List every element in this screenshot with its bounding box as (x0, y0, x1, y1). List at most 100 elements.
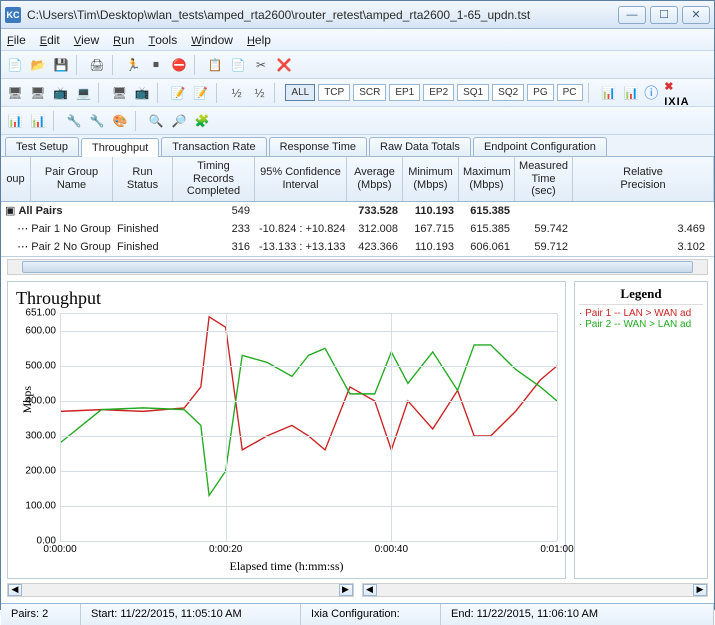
chart-title: Throughput (16, 288, 557, 309)
filter-ep1[interactable]: EP1 (389, 84, 420, 101)
cell-min: 167.715 (403, 222, 459, 236)
tb2-icon[interactable]: 📊 (598, 83, 618, 103)
tb3-icon[interactable]: 📊 (5, 111, 25, 131)
menu-file[interactable]: File (7, 33, 26, 47)
tabs: Test Setup Throughput Transaction Rate R… (1, 135, 714, 157)
scroll-left-icon[interactable]: ◀ (363, 584, 377, 596)
menu-view[interactable]: View (74, 33, 99, 47)
filter-sq2[interactable]: SQ2 (492, 84, 524, 101)
tb2-icon[interactable]: ½ (227, 83, 247, 103)
col-precision[interactable]: RelativePrecision (573, 157, 714, 201)
col-avg[interactable]: Average(Mbps) (347, 157, 403, 201)
cell-min: 110.193 (403, 204, 459, 218)
col-timing-records[interactable]: Timing RecordsCompleted (173, 157, 255, 201)
filter-scr[interactable]: SCR (353, 84, 386, 101)
tab-endpoint-config[interactable]: Endpoint Configuration (473, 137, 607, 156)
close-button[interactable]: ✕ (682, 6, 710, 24)
new-icon[interactable]: 📄 (5, 55, 25, 75)
ytick: 100.00 (18, 500, 56, 511)
tb2-icon[interactable]: 🖥 (28, 83, 48, 103)
scroll-right-icon[interactable]: ▶ (339, 584, 353, 596)
filter-pc[interactable]: PC (557, 84, 583, 101)
tb3-icon[interactable]: 📊 (28, 111, 48, 131)
tb3-icon[interactable]: 🔍 (146, 111, 166, 131)
col-time[interactable]: MeasuredTime (sec) (515, 157, 573, 201)
tab-response-time[interactable]: Response Time (269, 137, 367, 156)
abort-icon[interactable]: ⛔ (169, 55, 189, 75)
minimize-button[interactable]: — (618, 6, 646, 24)
chart-plot[interactable]: Mbps 0.00100.00200.00300.00400.00500.006… (60, 313, 557, 541)
save-icon[interactable]: 💾 (51, 55, 71, 75)
info-icon[interactable]: ⓘ (644, 83, 658, 103)
cut-icon[interactable]: ✂ (251, 55, 271, 75)
legend-item[interactable]: · Pair 1 -- LAN > WAN ad (579, 308, 703, 319)
menu-edit[interactable]: Edit (40, 33, 60, 47)
tb2-icon[interactable]: 📝 (191, 83, 211, 103)
filter-tcp[interactable]: TCP (318, 84, 350, 101)
col-max[interactable]: Maximum(Mbps) (459, 157, 515, 201)
open-icon[interactable]: 📂 (28, 55, 48, 75)
cell-label: ⋯ Pair 1 No Group (1, 221, 113, 236)
results-grid: oup Pair GroupName Run Status Timing Rec… (1, 157, 714, 257)
xtick: 0:00:20 (209, 544, 242, 555)
menu-run[interactable]: Run (113, 33, 134, 47)
menu-tools[interactable]: Tools (148, 33, 177, 47)
tb2-icon[interactable]: 📊 (621, 83, 641, 103)
filter-ep2[interactable]: EP2 (423, 84, 454, 101)
tb2-icon[interactable]: 🖥 (109, 83, 129, 103)
scroll-left-icon[interactable]: ◀ (8, 584, 22, 596)
copy-icon[interactable]: 📋 (205, 55, 225, 75)
tab-transaction-rate[interactable]: Transaction Rate (161, 137, 266, 156)
tb3-icon[interactable]: 🧩 (192, 111, 212, 131)
tab-throughput[interactable]: Throughput (81, 138, 159, 157)
app-icon: KC (5, 7, 21, 23)
col-confidence[interactable]: 95% ConfidenceInterval (255, 157, 347, 201)
tab-test-setup[interactable]: Test Setup (5, 137, 79, 156)
titlebar: KC C:\Users\Tim\Desktop\wlan_tests\amped… (1, 1, 714, 29)
filter-all[interactable]: ALL (285, 84, 315, 101)
col-min[interactable]: Minimum(Mbps) (403, 157, 459, 201)
legend-title: Legend (579, 286, 703, 305)
maximize-button[interactable]: ☐ (650, 6, 678, 24)
tb2-icon[interactable]: 🖥 (5, 83, 25, 103)
chart-hscroll[interactable]: ◀ ▶ (7, 583, 354, 597)
filter-sq1[interactable]: SQ1 (457, 84, 489, 101)
filter-pg[interactable]: PG (527, 84, 553, 101)
legend-item[interactable]: · Pair 2 -- WAN > LAN ad (579, 319, 703, 330)
scroll-right-icon[interactable]: ▶ (693, 584, 707, 596)
table-row[interactable]: ⋯ Pair 2 No GroupFinished316-13.133 : +1… (1, 238, 714, 256)
window-title: C:\Users\Tim\Desktop\wlan_tests\amped_rt… (27, 8, 618, 22)
cell-time: 59.712 (515, 240, 573, 254)
tb2-icon[interactable]: 📝 (168, 83, 188, 103)
delete-icon[interactable]: ❌ (274, 55, 294, 75)
table-row[interactable]: ⋯ Pair 1 No GroupFinished233-10.824 : +1… (1, 220, 714, 238)
cell-status (113, 210, 173, 212)
col-pair-group[interactable]: Pair GroupName (31, 157, 113, 201)
col-group[interactable]: oup (1, 157, 31, 201)
menu-window[interactable]: Window (191, 33, 233, 47)
status-start: Start: 11/22/2015, 11:05:10 AM (81, 604, 301, 625)
menu-help[interactable]: Help (247, 33, 271, 47)
stop-icon[interactable]: ⏹ (146, 55, 166, 75)
tb2-icon[interactable]: ½ (250, 83, 270, 103)
col-run-status[interactable]: Run Status (113, 157, 173, 201)
menubar: File Edit View Run Tools Window Help (1, 29, 714, 51)
tb2-icon[interactable]: 💻 (74, 83, 94, 103)
paste-icon[interactable]: 📄 (228, 55, 248, 75)
tb2-icon[interactable]: 📺 (132, 83, 152, 103)
tab-raw-data-totals[interactable]: Raw Data Totals (369, 137, 471, 156)
table-row[interactable]: ▣ All Pairs549733.528110.193615.385 (1, 202, 714, 220)
print-icon[interactable]: 🖨 (87, 55, 107, 75)
ytick: 300.00 (18, 430, 56, 441)
ytick: 651.00 (18, 307, 56, 318)
tb3-icon[interactable]: 🎨 (110, 111, 130, 131)
toolbar-2: 🖥 🖥 📺 💻 🖥 📺 📝 📝 ½ ½ ALL TCP SCR EP1 EP2 … (1, 79, 714, 107)
tb3-icon[interactable]: 🔧 (64, 111, 84, 131)
run-icon[interactable]: 🏃 (123, 55, 143, 75)
legend-panel: Legend · Pair 1 -- LAN > WAN ad· Pair 2 … (574, 281, 708, 579)
tb3-icon[interactable]: 🔧 (87, 111, 107, 131)
tb2-icon[interactable]: 📺 (51, 83, 71, 103)
legend-hscroll[interactable]: ◀ ▶ (362, 583, 709, 597)
grid-hscroll[interactable] (7, 259, 708, 275)
tb3-icon[interactable]: 🔎 (169, 111, 189, 131)
